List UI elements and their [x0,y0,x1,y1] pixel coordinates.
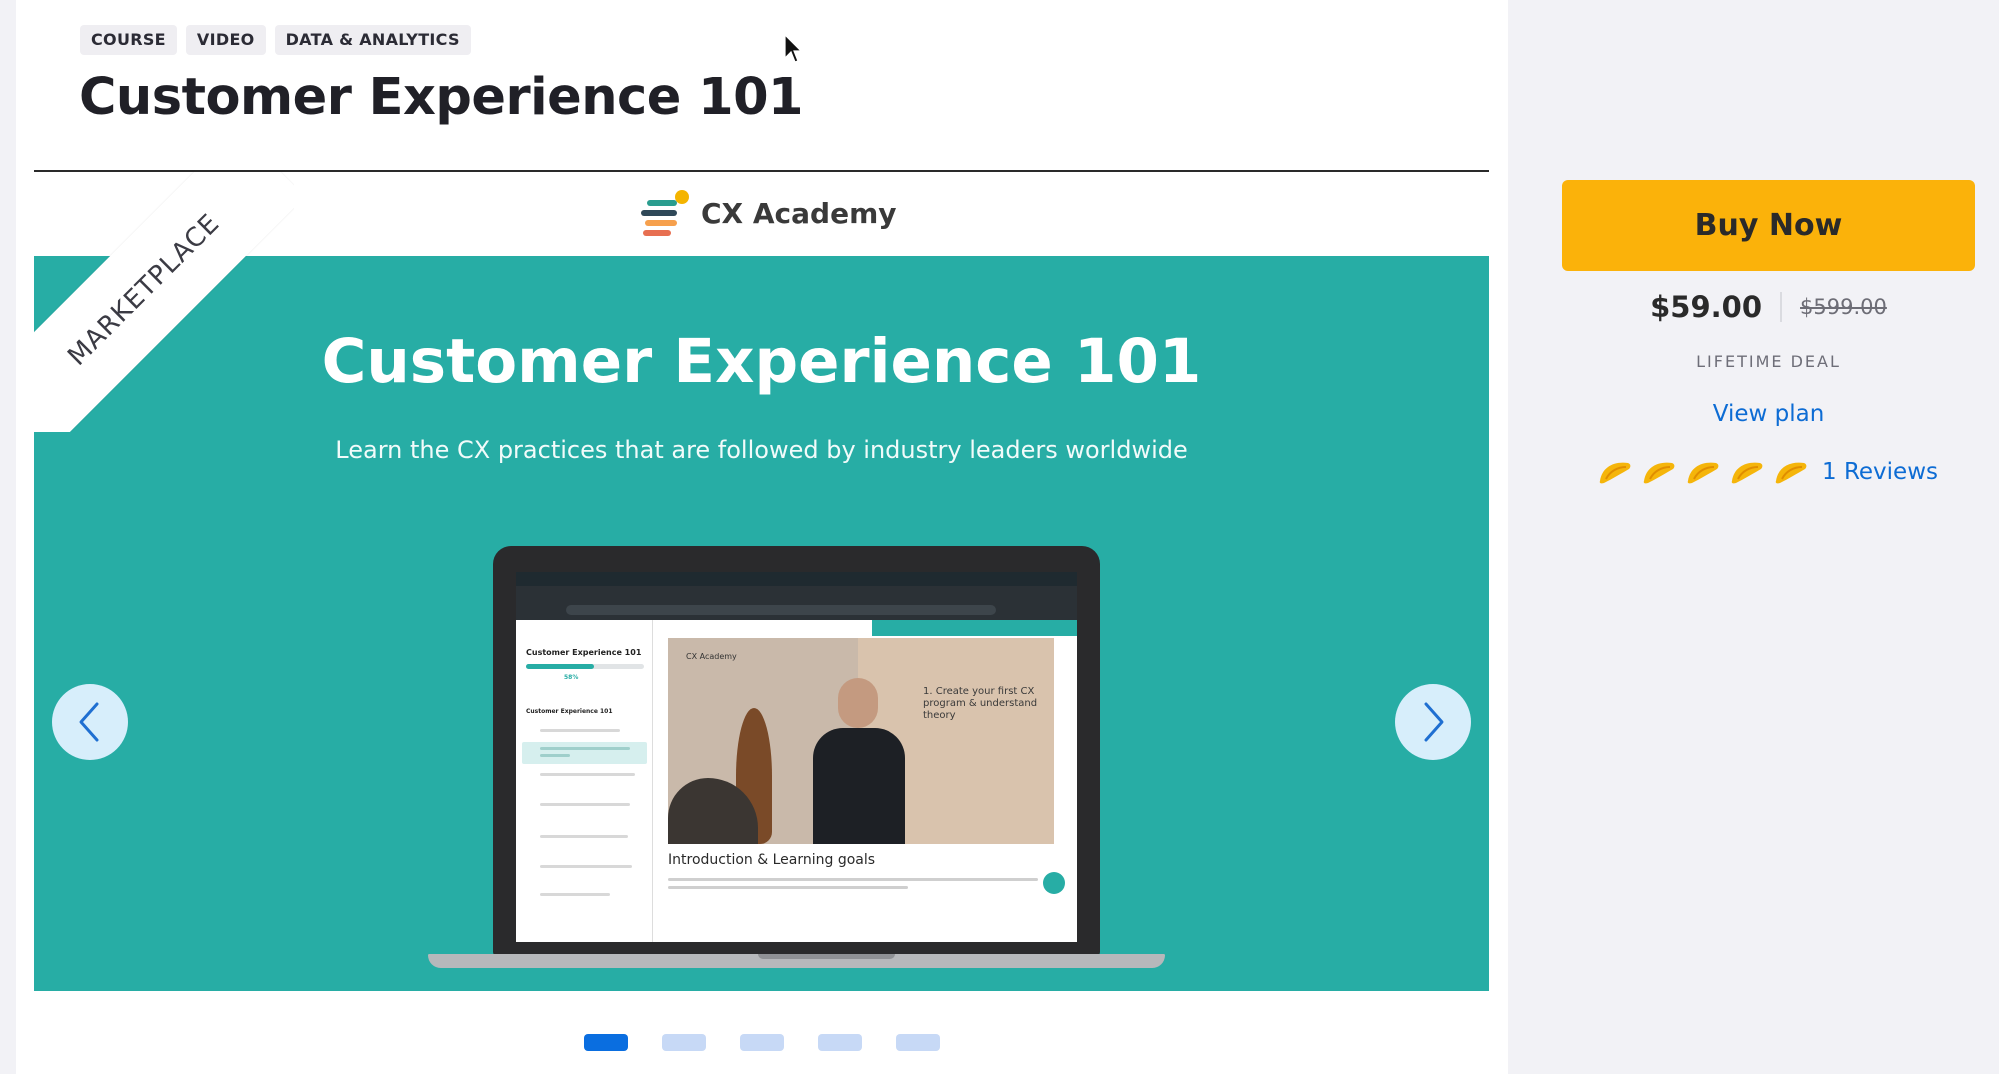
chat-icon [1043,872,1065,894]
tag-course[interactable]: COURSE [80,25,177,55]
price-row: $59.00 $599.00 [1562,290,1975,324]
carousel-dot-5[interactable] [896,1034,940,1051]
carousel-dot-1[interactable] [584,1034,628,1051]
chevron-left-icon [79,702,99,742]
tag-data-analytics[interactable]: DATA & ANALYTICS [274,25,471,55]
taco-icon [1599,462,1631,484]
course-progress-pct: 58% [564,674,579,681]
carousel-dot-4[interactable] [818,1034,862,1051]
deal-label: LIFETIME DEAL [1696,352,1841,371]
laptop-lid: Customer Experience 101 58% Customer Exp… [493,546,1100,956]
carousel-next-button[interactable] [1395,684,1471,760]
video-caption: 1. Create your first CX program & unders… [923,686,1038,721]
page-gutter [0,0,16,1074]
taco-icon [1731,462,1763,484]
lesson-video: CX Academy 1. Create your first CX progr… [668,638,1054,844]
mouse-cursor-icon [784,34,802,63]
carousel-pagination [584,1034,940,1051]
marketplace-ribbon: MARKETPLACE [34,172,294,432]
image-carousel: CX Academy Customer Experience 101 Learn… [34,170,1489,991]
page-title: Customer Experience 101 [79,68,804,127]
taco-icon [1687,462,1719,484]
cx-logo-icon [641,190,691,236]
tag-video[interactable]: VIDEO [185,25,266,55]
lesson-title: Introduction & Learning goals [668,852,876,868]
current-price: $59.00 [1650,290,1763,324]
carousel-prev-button[interactable] [52,684,128,760]
cx-academy-logo: CX Academy [641,190,897,236]
purchase-sidebar [1508,0,1999,1074]
course-sidebar: Customer Experience 101 58% Customer Exp… [516,620,653,942]
price-divider [1780,292,1783,322]
course-sidebar-title: Customer Experience 101 [526,648,642,657]
taco-icon [1775,462,1807,484]
buy-now-button[interactable]: Buy Now [1562,180,1975,271]
chevron-right-icon [1424,702,1444,742]
taco-icon [1643,462,1675,484]
course-sidebar-heading: Customer Experience 101 [526,708,613,715]
laptop-mockup: Customer Experience 101 58% Customer Exp… [428,546,1165,968]
ribbon-label: MARKETPLACE [62,208,226,372]
course-progress-bar [526,664,644,669]
laptop-screen: Customer Experience 101 58% Customer Exp… [516,572,1077,942]
lesson-area: CX Academy 1. Create your first CX progr… [653,620,1077,942]
reviews-link[interactable]: 1 Reviews [1822,459,1938,485]
slide-subtitle: Learn the CX practices that are followed… [335,436,1188,464]
tag-list: COURSE VIDEO DATA & ANALYTICS [80,25,471,55]
carousel-dot-3[interactable] [740,1034,784,1051]
cx-logo-text: CX Academy [701,196,897,230]
carousel-dot-2[interactable] [662,1034,706,1051]
view-plan-link[interactable]: View plan [1562,401,1975,427]
original-price: $599.00 [1800,295,1887,319]
video-brand: CX Academy [686,652,737,661]
rating: 1 Reviews [1598,459,1938,485]
